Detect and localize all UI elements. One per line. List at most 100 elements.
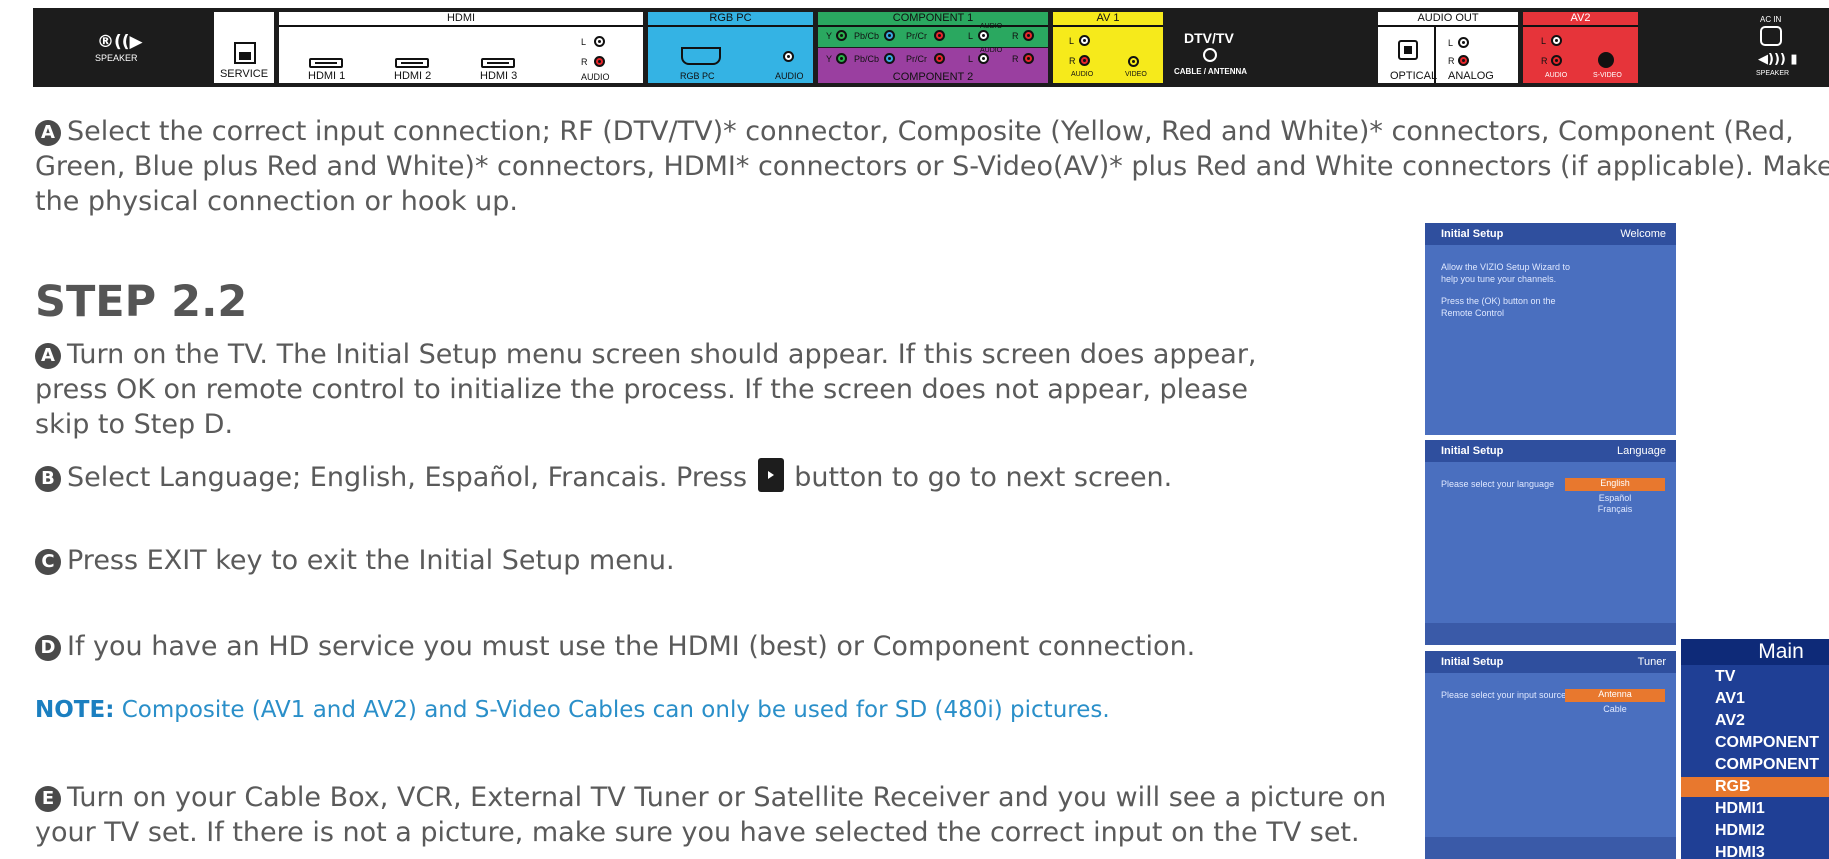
coax-jack-icon — [1203, 48, 1217, 62]
menu-item-av1[interactable]: AV1 — [1715, 689, 1829, 709]
av1-l-label: L — [1069, 36, 1075, 46]
speaker-icon: ®((▶ — [97, 32, 143, 52]
cable-antenna-label: CABLE / ANTENNA — [1174, 67, 1248, 76]
ac-in-label: AC IN — [1760, 15, 1782, 24]
audio-out-block: AUDIO OUT OPTICAL L R ANALOG — [1378, 12, 1518, 83]
component-jack-red — [934, 53, 945, 64]
hdmi-port-icon — [395, 58, 429, 68]
step-c-text: Press EXIT key to exit the Initial Setup… — [67, 545, 675, 576]
service-label: SERVICE — [219, 68, 269, 80]
screen-tag: Language — [1617, 445, 1666, 457]
audio-jack-white — [783, 51, 794, 62]
av2-l-label: L — [1541, 36, 1547, 46]
comp2-l-label: L — [968, 54, 974, 64]
menu-item-tv[interactable]: TV — [1715, 667, 1829, 687]
step-e-paragraph: E Turn on your Cable Box, VCR, External T… — [35, 780, 1425, 850]
speaker-icon: ◀))) ▮ — [1758, 52, 1798, 67]
audio-out-header: AUDIO OUT — [1378, 12, 1518, 27]
step-a-text: Turn on the TV. The Initial Setup menu s… — [35, 339, 1257, 440]
audio-jack-red — [1079, 55, 1090, 66]
step-b-text-2: button to go to next screen. — [794, 462, 1173, 493]
optical-port-icon — [1398, 40, 1418, 60]
dtv-block: DTV/TV CABLE / ANTENNA — [1168, 12, 1278, 83]
power-socket-icon — [1760, 26, 1782, 46]
ac-in-block: AC IN ◀))) ▮ SPEAKER — [1648, 8, 1829, 87]
audio-jack-red — [594, 56, 605, 67]
screen-line: Allow the VIZIO Setup Wizard to help you… — [1441, 262, 1571, 284]
screen-title: Initial Setup — [1441, 228, 1504, 240]
screen-line: Press the (OK) button on the Remote Cont… — [1441, 296, 1556, 318]
comp2-pb-label: Pb/Cb — [854, 54, 880, 64]
speaker-left-label: SPEAKER — [95, 53, 138, 63]
step-d-text: If you have an HD service you must use t… — [67, 631, 1196, 662]
rgb-pc-header: RGB PC — [648, 12, 813, 27]
step-letter-badge: E — [35, 786, 61, 812]
setup-screen-welcome: Initial Setup Welcome Allow the VIZIO Set… — [1425, 223, 1676, 435]
comp2-r-label: R — [1012, 54, 1019, 64]
audio-jack-white — [978, 53, 989, 64]
comp1-audio-label: AUDIO — [980, 23, 1003, 30]
menu-title: Main — [1681, 639, 1829, 665]
rgb-pc-audio-label: AUDIO — [775, 71, 804, 81]
step-e-text: Turn on your Cable Box, VCR, External TV… — [35, 782, 1387, 848]
menu-item-rgb[interactable]: RGB — [1681, 777, 1829, 797]
language-option-selected: English — [1565, 478, 1665, 491]
hdmi-port-icon — [481, 58, 515, 68]
menu-item-av2[interactable]: AV2 — [1715, 711, 1829, 731]
intro-paragraph: A Select the correct input connection; RF… — [35, 114, 1829, 219]
menu-item-component-2[interactable]: COMPONENT — [1715, 755, 1829, 775]
rgb-pc-label: RGB PC — [680, 71, 715, 81]
step-b-text-1: Select Language; English, Español, Franc… — [67, 462, 748, 493]
av1-header: AV 1 — [1053, 12, 1163, 27]
menu-item-component-1[interactable]: COMPONENT — [1715, 733, 1829, 753]
comp1-pr-label: Pr/Cr — [906, 31, 927, 41]
component-2-label: COMPONENT 2 — [892, 71, 974, 83]
av2-block: AV2 L R AUDIO S-VIDEO — [1523, 12, 1638, 83]
dtv-label: DTV/TV — [1184, 30, 1234, 46]
av2-audio-label: AUDIO — [1545, 72, 1568, 79]
comp1-y-label: Y — [826, 31, 833, 41]
connector-panel: ®((▶ SPEAKER SERVICE HDMI HDMI 1 HDMI 2 … — [33, 8, 1829, 87]
component-jack-green — [836, 30, 847, 41]
svideo-jack-icon — [1598, 52, 1614, 68]
av2-r-label: R — [1541, 56, 1548, 66]
language-option: Français — [1597, 504, 1633, 514]
audio-jack-red — [1023, 30, 1034, 41]
analog-label: ANALOG — [1448, 70, 1494, 82]
audio-jack-white — [1458, 37, 1469, 48]
service-port-icon — [234, 42, 256, 64]
step-b-paragraph: B Select Language; English, Español, Fran… — [35, 458, 1335, 495]
step-letter-badge: A — [35, 343, 61, 369]
component-1-header: COMPONENT 1 — [818, 12, 1048, 27]
step-letter-badge: B — [35, 466, 61, 492]
vga-port-icon — [681, 47, 721, 65]
hdmi-port-icon — [309, 58, 343, 68]
component-block: COMPONENT 1 COMPONENT 2 Y Pb/Cb Pr/Cr AU… — [818, 12, 1048, 83]
screen-title: Initial Setup — [1441, 445, 1504, 457]
av2-header: AV2 — [1523, 12, 1638, 27]
video-jack-yellow — [1128, 56, 1139, 67]
screen-footer — [1425, 837, 1676, 859]
step-a-paragraph: A Turn on the TV. The Initial Setup menu … — [35, 337, 1275, 442]
menu-item-hdmi1[interactable]: HDMI1 — [1715, 799, 1829, 819]
note-text: Composite (AV1 and AV2) and S-Video Cabl… — [121, 697, 1110, 723]
menu-item-hdmi2[interactable]: HDMI2 — [1715, 821, 1829, 841]
step-c-paragraph: C Press EXIT key to exit the Initial Setu… — [35, 543, 1335, 578]
screen-title: Initial Setup — [1441, 656, 1504, 668]
screen-prompt: Please select your input source — [1441, 690, 1567, 700]
component-jack-green — [836, 53, 847, 64]
hdmi-audio-r-label: R — [581, 57, 588, 67]
hdmi-1-label: HDMI 1 — [308, 70, 346, 82]
rgb-pc-block: RGB PC RGB PC AUDIO — [648, 12, 813, 83]
screen-footer — [1425, 623, 1676, 645]
tuner-option: Cable — [1603, 704, 1627, 714]
comp2-pr-label: Pr/Cr — [906, 54, 927, 64]
step-title: STEP 2.2 — [35, 277, 248, 327]
speaker-left-block: ®((▶ SPEAKER — [33, 8, 209, 87]
menu-item-hdmi3[interactable]: HDMI3 — [1715, 843, 1829, 859]
hdmi-audio-label: AUDIO — [581, 72, 610, 82]
step-letter-badge: D — [35, 635, 61, 661]
right-arrow-button-icon — [757, 458, 784, 492]
av1-block: AV 1 L R AUDIO VIDEO — [1053, 12, 1163, 83]
speaker-right-label: SPEAKER — [1756, 70, 1790, 77]
